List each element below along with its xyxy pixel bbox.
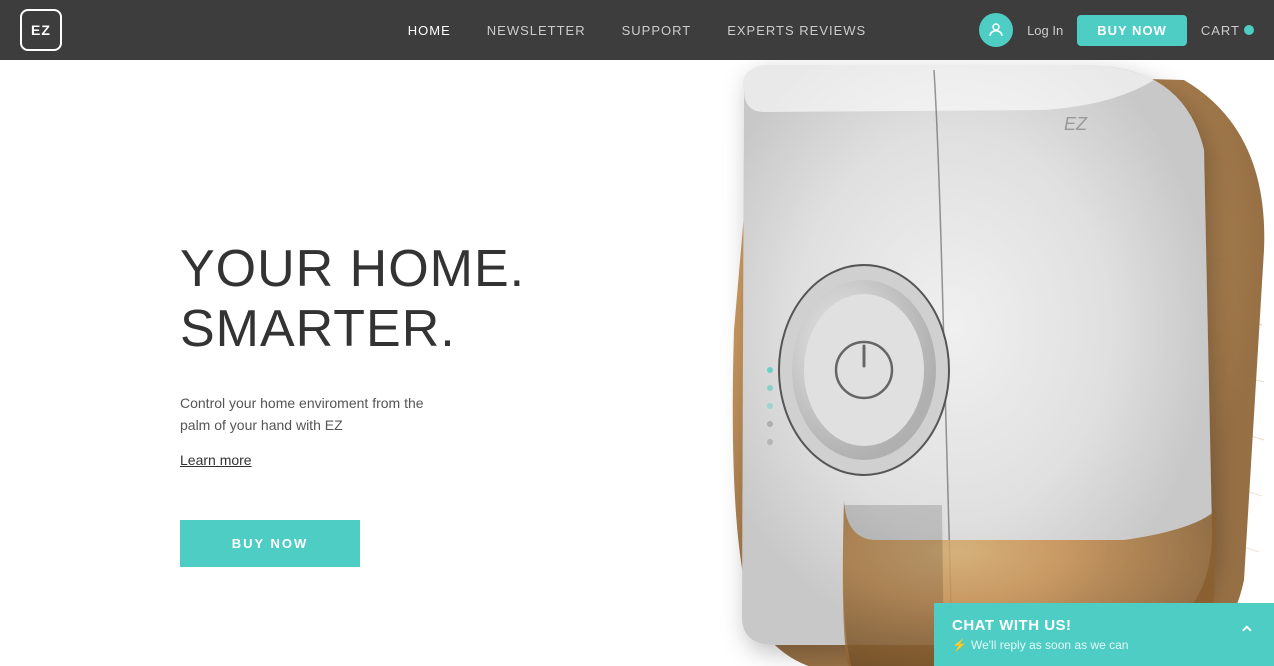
hero-content: YOUR HOME. SMARTER. Control your home en… — [180, 240, 525, 567]
hero-title: YOUR HOME. SMARTER. — [180, 240, 525, 360]
chat-subtitle: ⚡ We'll reply as soon as we can — [952, 638, 1128, 652]
nav-support[interactable]: SUPPORT — [622, 23, 692, 38]
cart-area[interactable]: CART — [1201, 23, 1254, 38]
chevron-up-icon: ⌃ — [1238, 622, 1256, 648]
chat-title: CHAT WITH US! — [952, 617, 1128, 634]
buy-now-hero-button[interactable]: BUY NOW — [180, 520, 360, 567]
nav-experts-reviews[interactable]: EXPERTS REVIEWS — [727, 23, 866, 38]
login-link[interactable]: Log In — [1027, 23, 1063, 38]
navbar-center: HOME NEWSLETTER SUPPORT EXPERTS REVIEWS — [408, 23, 866, 38]
logo[interactable]: EZ — [20, 9, 62, 51]
learn-more-link[interactable]: Learn more — [180, 452, 252, 468]
hero-subtitle: Control your home enviroment from the pa… — [180, 392, 450, 437]
navbar-right: Log In BUY NOW CART — [979, 13, 1254, 47]
buy-now-nav-button[interactable]: BUY NOW — [1077, 15, 1187, 46]
cart-indicator — [1244, 25, 1254, 35]
navbar: EZ HOME NEWSLETTER SUPPORT EXPERTS REVIE… — [0, 0, 1274, 60]
bolt-icon: ⚡ — [952, 638, 967, 652]
chat-content: CHAT WITH US! ⚡ We'll reply as soon as w… — [952, 617, 1128, 652]
cart-label: CART — [1201, 23, 1240, 38]
navbar-left: EZ — [20, 9, 62, 51]
nav-newsletter[interactable]: NEWSLETTER — [487, 23, 586, 38]
hero-section: EZ YOUR HOME. SMARTER. Control your home… — [0, 60, 1274, 666]
user-avatar-icon[interactable] — [979, 13, 1013, 47]
nav-home[interactable]: HOME — [408, 23, 451, 38]
svg-text:EZ: EZ — [1064, 114, 1088, 134]
chat-widget[interactable]: CHAT WITH US! ⚡ We'll reply as soon as w… — [934, 603, 1274, 666]
product-image: EZ — [544, 60, 1274, 666]
